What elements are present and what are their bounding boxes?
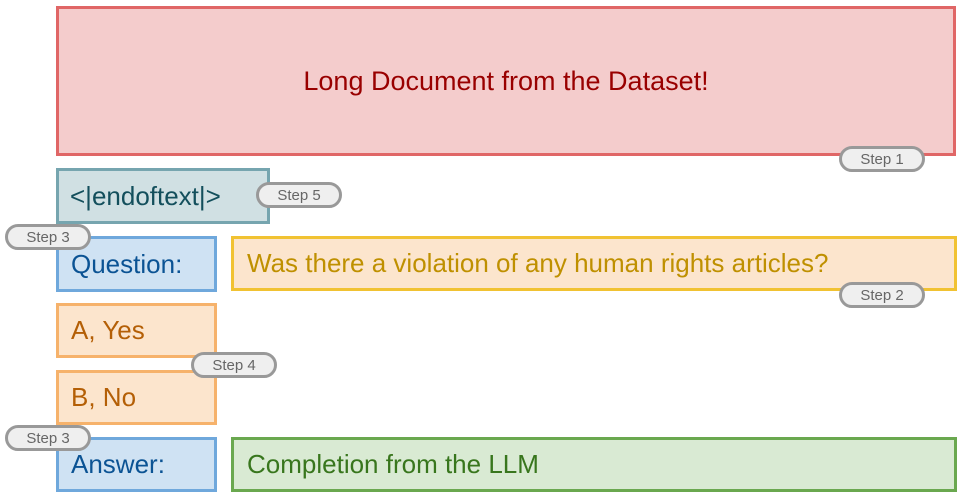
step-3-question-badge: Step 3 [5, 224, 91, 250]
question-label-text: Question: [71, 248, 183, 279]
long-document-text: Long Document from the Dataset! [303, 65, 709, 96]
completion-box: Completion from the LLM [231, 437, 957, 492]
long-document-box: Long Document from the Dataset! [56, 6, 956, 156]
question-text: Was there a violation of any human right… [247, 248, 829, 278]
step-4-badge: Step 4 [191, 352, 277, 378]
step-2-badge: Step 2 [839, 282, 925, 308]
step-1-label: Step 1 [860, 150, 904, 168]
step-3-question-label: Step 3 [26, 228, 70, 246]
step-4-label: Step 4 [212, 356, 256, 374]
step-1-badge: Step 1 [839, 146, 925, 172]
step-3-answer-label: Step 3 [26, 429, 70, 447]
step-5-badge: Step 5 [256, 182, 342, 208]
option-b-text: B, No [71, 382, 137, 412]
end-of-text-token-box: <|endoftext|> [56, 168, 270, 224]
completion-text: Completion from the LLM [247, 449, 539, 479]
answer-label-text: Answer: [71, 449, 165, 479]
end-of-text-token-text: <|endoftext|> [70, 180, 221, 211]
step-3-answer-badge: Step 3 [5, 425, 91, 451]
option-b-box: B, No [56, 370, 217, 425]
option-a-text: A, Yes [71, 315, 145, 345]
step-2-label: Step 2 [860, 286, 904, 304]
step-5-label: Step 5 [277, 186, 321, 204]
option-a-box: A, Yes [56, 303, 217, 358]
